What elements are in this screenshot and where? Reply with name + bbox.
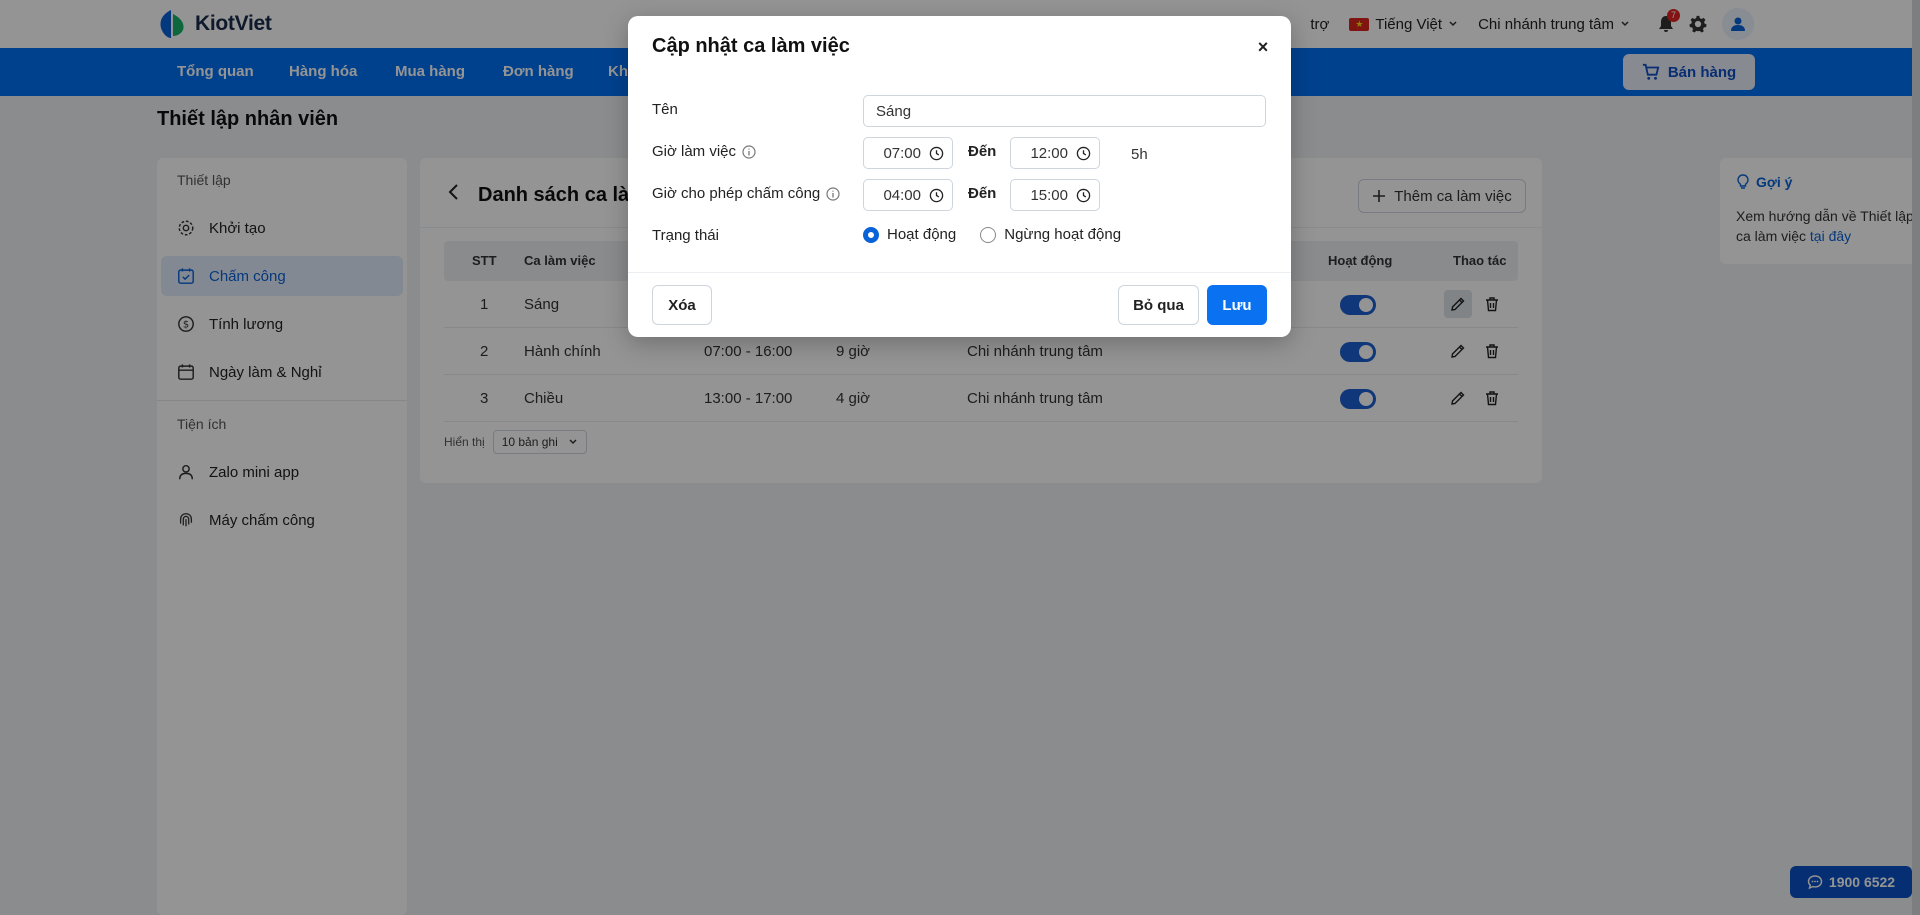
work-time-label-text: Giờ làm việc [652, 143, 737, 160]
checkin-end-time-input[interactable]: 15:00 [1010, 179, 1100, 211]
name-label: Tên [652, 101, 678, 118]
checkin-start-time-input[interactable]: 04:00 [863, 179, 953, 211]
dialog-title: Cập nhật ca làm việc [652, 35, 850, 57]
dialog-divider [628, 272, 1291, 273]
info-icon[interactable] [742, 144, 756, 159]
shift-name-input[interactable] [863, 95, 1266, 127]
work-start-value: 07:00 [883, 144, 921, 162]
status-active-radio[interactable] [863, 226, 879, 243]
checkin-label-text: Giờ cho phép chấm công [652, 185, 821, 202]
to-label: Đến [968, 143, 997, 160]
save-button[interactable]: Lưu [1207, 285, 1267, 325]
clock-icon [1076, 188, 1091, 202]
checkin-start-value: 04:00 [883, 186, 921, 204]
status-radio-group: Hoạt động Ngừng hoạt động [863, 226, 1121, 243]
delete-shift-button[interactable]: Xóa [652, 285, 712, 325]
work-time-label: Giờ làm việc [652, 143, 756, 160]
clock-icon [1076, 146, 1091, 160]
work-start-time-input[interactable]: 07:00 [863, 137, 953, 169]
clock-icon [929, 146, 944, 160]
status-label: Trạng thái [652, 227, 719, 244]
status-inactive-label[interactable]: Ngừng hoạt động [1004, 226, 1121, 243]
cancel-button[interactable]: Bỏ qua [1118, 285, 1199, 325]
checkin-end-value: 15:00 [1030, 186, 1068, 204]
work-end-time-input[interactable]: 12:00 [1010, 137, 1100, 169]
status-inactive-radio[interactable] [980, 226, 997, 243]
clock-icon [929, 188, 944, 202]
to-label: Đến [968, 185, 997, 202]
info-icon[interactable] [826, 186, 840, 201]
close-icon[interactable]: × [1252, 36, 1274, 58]
shift-duration: 5h [1131, 146, 1148, 163]
work-end-value: 12:00 [1030, 144, 1068, 162]
checkin-window-label: Giờ cho phép chấm công [652, 185, 840, 202]
status-active-label[interactable]: Hoạt động [887, 226, 956, 243]
update-shift-dialog: Cập nhật ca làm việc × Tên Giờ làm việc … [628, 16, 1291, 337]
